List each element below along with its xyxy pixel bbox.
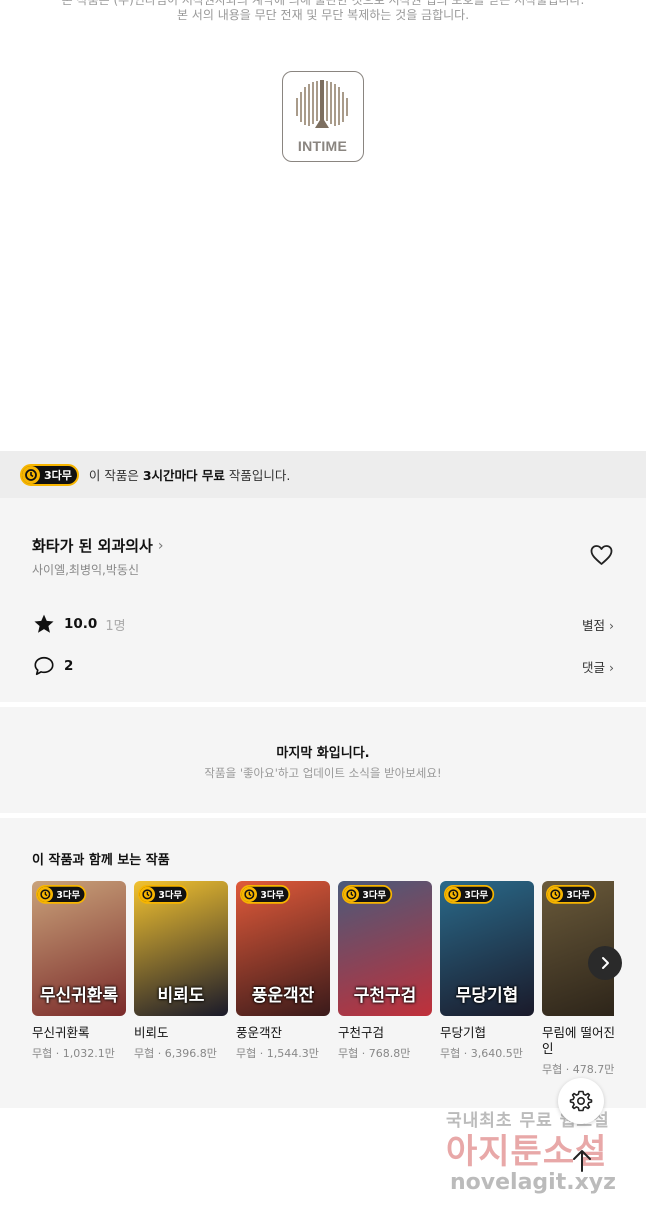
comment-row: 2 댓글 ›: [32, 654, 614, 678]
badge-label: 3다무: [566, 889, 591, 901]
banner-highlight: 3시간마다 무료: [142, 468, 225, 483]
rec-cover-title: 무신귀환록: [39, 986, 119, 1006]
last-episode-subtext: 작품을 '좋아요'하고 업데이트 소식을 받아보세요!: [204, 766, 442, 780]
rec-meta: 무협 · 6,396.8만: [134, 1047, 217, 1060]
recommendations-carousel: 3다무 무신귀환록 무신귀환록 무협 · 1,032.1만 3다무 비뢰도 비뢰…: [32, 881, 614, 1108]
heart-icon[interactable]: [589, 544, 614, 566]
badge-label: 3다무: [158, 889, 183, 901]
clock-icon: [22, 465, 40, 484]
banner-prefix: 이 작품은: [88, 468, 143, 483]
badge-label: 3다무: [44, 468, 72, 482]
3damu-badge: 3다무: [444, 885, 495, 904]
rec-cover-title: 풍운객잔: [251, 986, 315, 1006]
clock-icon: [343, 886, 359, 902]
3damu-badge: 3다무: [138, 885, 189, 904]
free-every-3h-banner: 3다무 이 작품은 3시간마다 무료 작품입니다.: [0, 451, 646, 498]
3damu-badge: 3다무: [342, 885, 393, 904]
work-info-panel: 화타가 된 외과의사 › 사이엘,최병익,박동신 10.0 1명 별점 › 2 댓…: [0, 498, 646, 702]
gear-icon: [569, 1090, 593, 1112]
rec-title: 무신귀환록: [32, 1025, 90, 1040]
scroll-to-top-button[interactable]: [568, 1145, 596, 1175]
badge-label: 3다무: [362, 889, 387, 901]
work-title: 화타가 된 외과의사: [32, 537, 153, 555]
rec-card[interactable]: 3다무 무당기협 무당기협 무협 · 3,640.5만: [440, 881, 534, 1061]
rec-meta: 무협 · 3,640.5만: [440, 1047, 523, 1060]
rec-cover: 3다무 풍운객잔: [236, 881, 330, 1016]
comment-icon: [32, 654, 56, 678]
rec-meta: 무협 · 478.7만: [542, 1063, 614, 1076]
rec-cover: 3다무 무신귀환록: [32, 881, 126, 1016]
3damu-badge: 3다무: [36, 885, 87, 904]
clock-icon: [139, 886, 155, 902]
badge-label: 3다무: [260, 889, 285, 901]
rec-card[interactable]: 3다무 비뢰도 비뢰도 무협 · 6,396.8만: [134, 881, 228, 1061]
rec-title: 구천구검: [338, 1025, 385, 1040]
last-episode-section: 마지막 화입니다. 작품을 '좋아요'하고 업데이트 소식을 받아보세요!: [0, 707, 646, 813]
recommendations-heading: 이 작품과 함께 보는 작품: [32, 853, 170, 868]
publisher-logo: INTIME: [282, 71, 364, 162]
rating-value: 10.0: [64, 616, 98, 632]
rating-row: 10.0 1명 별점 ›: [32, 612, 614, 636]
chevron-right-icon: [602, 957, 609, 969]
3damu-badge: 3다무: [546, 885, 597, 904]
chevron-right-icon: ›: [157, 537, 164, 554]
settings-button[interactable]: [558, 1078, 604, 1124]
comment-link[interactable]: 댓글 ›: [582, 657, 614, 676]
rec-meta: 무협 · 1,544.3만: [236, 1047, 319, 1060]
rec-title: 무당기협: [440, 1025, 487, 1040]
clock-icon: [37, 886, 53, 902]
watermark: 국내최초 무료 웹소설 아지툰소설 novelagit.xyz: [446, 1106, 626, 1206]
rec-title: 무림에 떨어진 대인: [542, 1025, 614, 1056]
rec-title: 풍운객잔: [236, 1025, 283, 1040]
rec-cover: 3다무 무당기협: [440, 881, 534, 1016]
clock-icon: [445, 886, 461, 902]
rating-count: 1명: [105, 618, 126, 634]
banner-suffix: 작품입니다.: [224, 468, 291, 483]
chevron-right-icon: ›: [609, 659, 614, 675]
clock-icon: [547, 886, 563, 902]
rec-cover: 3다무 구천구검: [338, 881, 432, 1016]
rec-card[interactable]: 3다무 풍운객잔 풍운객잔 무협 · 1,544.3만: [236, 881, 330, 1061]
last-episode-heading: 마지막 화입니다.: [276, 746, 370, 761]
copyright-line-2: 본 서의 내용을 무단 전재 및 무단 복제하는 것을 금합니다.: [176, 8, 470, 22]
badge-label: 3다무: [56, 889, 81, 901]
comment-count: 2: [64, 658, 74, 674]
rec-cover: 3다무 비뢰도: [134, 881, 228, 1016]
carousel-next-button[interactable]: [588, 946, 622, 980]
work-title-link[interactable]: 화타가 된 외과의사 ›: [32, 535, 163, 556]
recommendations-section: 이 작품과 함께 보는 작품 3다무 무신귀환록 무신귀환록 무협 · 1,03…: [0, 818, 646, 1108]
star-icon: [32, 612, 56, 636]
rec-card[interactable]: 3다무 무신귀환록 무신귀환록 무협 · 1,032.1만: [32, 881, 126, 1061]
badge-label: 3다무: [464, 889, 489, 901]
rec-title: 비뢰도: [134, 1025, 169, 1040]
publisher-logo-text: INTIME: [297, 138, 348, 154]
3damu-badge: 3다무: [240, 885, 291, 904]
rec-meta: 무협 · 1,032.1만: [32, 1047, 115, 1060]
rating-link[interactable]: 별점 ›: [582, 615, 614, 634]
rec-cover-title: 무당기협: [455, 986, 519, 1006]
rec-card[interactable]: 3다무 구천구검 구천구검 무협 · 768.8만: [338, 881, 432, 1061]
arrow-up-icon: [573, 1150, 591, 1172]
rec-cover-title: 구천구검: [353, 986, 417, 1006]
rec-cover-title: 비뢰도: [157, 986, 205, 1006]
3damu-badge: 3다무: [20, 463, 79, 486]
comment-link-label: 댓글: [581, 659, 605, 675]
chevron-right-icon: ›: [609, 617, 614, 633]
work-authors: 사이엘,최병익,박동신: [32, 563, 139, 577]
clock-icon: [241, 886, 257, 902]
publisher-logo-icon: [296, 80, 348, 128]
rating-link-label: 별점: [581, 617, 605, 633]
rec-meta: 무협 · 768.8만: [338, 1047, 411, 1060]
